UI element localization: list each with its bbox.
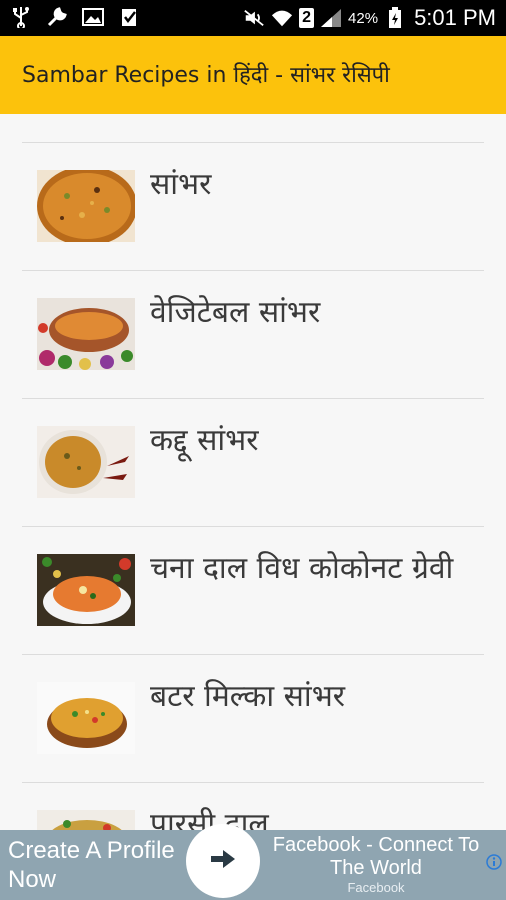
list-item[interactable]: पारसी दाल bbox=[0, 782, 506, 830]
recipe-title: चना दाल विध कोकोनट ग्रेवी bbox=[150, 551, 454, 586]
battery-percent: 42% bbox=[348, 9, 379, 27]
list-item[interactable]: वेजिटेबल सांभर bbox=[0, 270, 506, 398]
ad-cta-text[interactable]: Create A Profile Now bbox=[8, 836, 178, 894]
list-item[interactable]: सांभर bbox=[0, 142, 506, 270]
app-bar: Sambar Recipes in हिंदी - सांभर रेसिपी bbox=[0, 36, 506, 114]
app-title: Sambar Recipes in हिंदी - सांभर रेसिपी bbox=[22, 63, 390, 88]
ad-headline[interactable]: Facebook - Connect To The World bbox=[262, 834, 490, 880]
ad-advertiser: Facebook bbox=[347, 880, 405, 895]
notification-icons bbox=[10, 6, 140, 28]
sim-indicator: 2 bbox=[299, 8, 315, 28]
image-icon bbox=[82, 6, 104, 28]
chana-dal-image bbox=[37, 554, 135, 626]
usb-icon bbox=[10, 6, 32, 28]
system-status: 2 42% 5:01 PM bbox=[243, 5, 496, 31]
list-item[interactable]: चना दाल विध कोकोनट ग्रेवी bbox=[0, 526, 506, 654]
list-item[interactable]: कद्दू सांभर bbox=[0, 398, 506, 526]
wifi-icon bbox=[271, 7, 293, 29]
ad-info-block[interactable]: Facebook - Connect To The World Facebook bbox=[262, 834, 490, 896]
recipe-list[interactable]: सांभर वेजिटेबल सांभर कद्दू सांभर चना दाल… bbox=[0, 114, 506, 830]
recipe-title: वेजिटेबल सांभर bbox=[150, 295, 321, 330]
wrench-icon bbox=[46, 6, 68, 28]
recipe-title: सांभर bbox=[150, 167, 212, 202]
parsi-dal-image bbox=[37, 810, 135, 830]
status-bar: 2 42% 5:01 PM bbox=[0, 0, 506, 36]
pumpkin-sambar-image bbox=[37, 426, 135, 498]
clock: 5:01 PM bbox=[414, 5, 496, 30]
buttermilk-sambar-image bbox=[37, 682, 135, 754]
recipe-title: कद्दू सांभर bbox=[150, 423, 259, 458]
arrow-right-icon bbox=[209, 848, 237, 874]
vegetable-sambar-image bbox=[37, 298, 135, 370]
ad-banner[interactable]: Create A Profile Now Facebook - Connect … bbox=[0, 824, 506, 900]
clipboard-check-icon bbox=[118, 6, 140, 28]
recipe-title: पारसी दाल bbox=[150, 807, 269, 830]
info-icon[interactable] bbox=[486, 854, 502, 870]
battery-icon bbox=[384, 7, 406, 29]
ad-arrow-button[interactable] bbox=[186, 824, 260, 898]
list-item[interactable]: बटर मिल्का सांभर bbox=[0, 654, 506, 782]
mute-icon bbox=[243, 7, 265, 29]
sambar-bowl-image bbox=[37, 170, 135, 242]
signal-icon bbox=[320, 7, 342, 29]
recipe-title: बटर मिल्का सांभर bbox=[150, 679, 346, 714]
